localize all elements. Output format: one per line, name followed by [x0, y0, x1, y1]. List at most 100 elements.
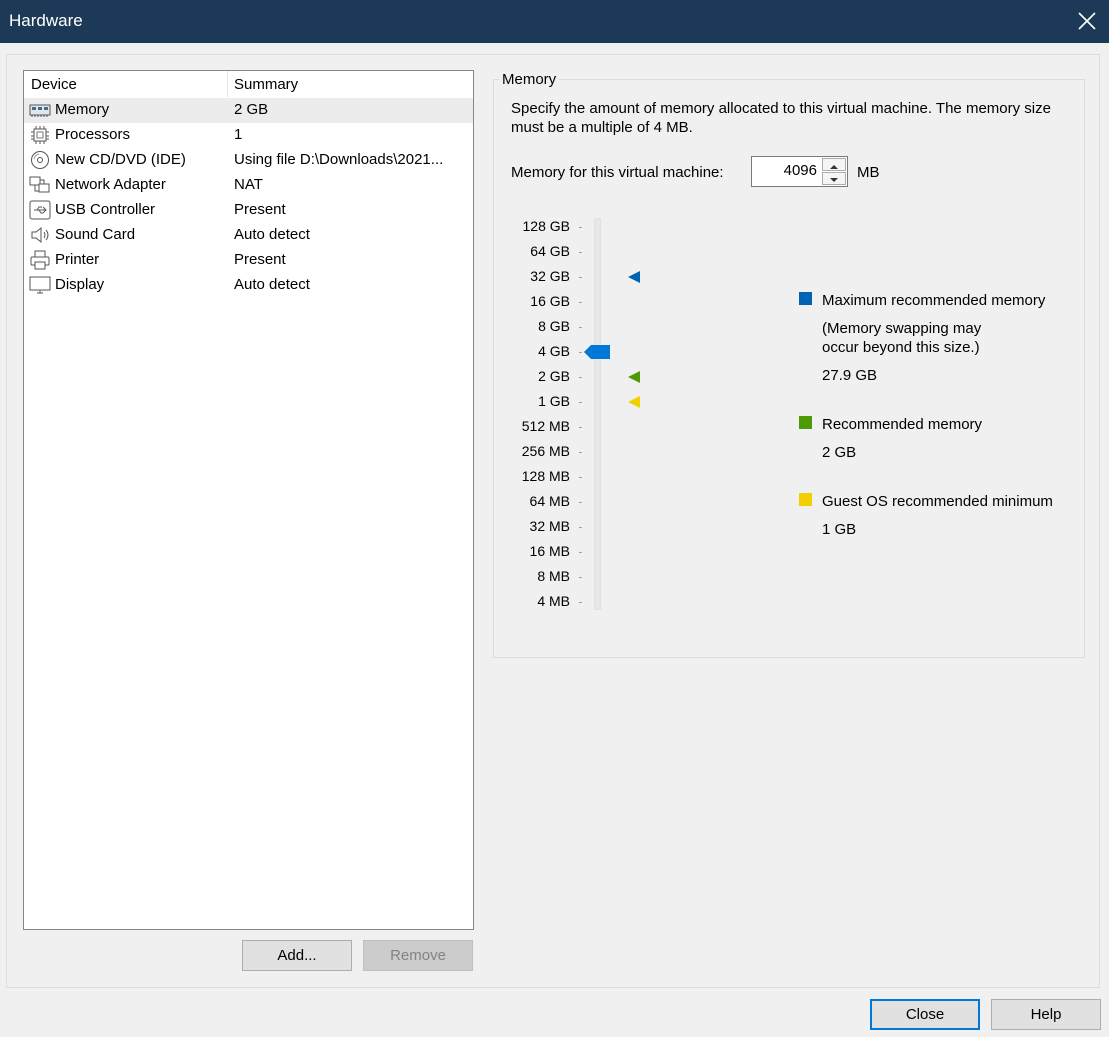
- cd-dvd-icon: [31, 151, 49, 169]
- device-name: Processors: [55, 126, 131, 143]
- device-row-display[interactable]: Display Auto detect: [24, 273, 473, 298]
- scale-tick-label: 1 GB: [538, 393, 570, 409]
- max-legend-note: (Memory swapping may: [822, 320, 982, 337]
- scale-tick-label: 512 MB: [521, 418, 570, 434]
- max-legend-label: Maximum recommended memory: [822, 292, 1046, 309]
- scale-tick-mark: [579, 352, 582, 353]
- scale-tick-mark: [579, 577, 582, 578]
- scale-tick-mark: [579, 252, 582, 253]
- scale-tick-label: 128 GB: [522, 218, 570, 234]
- scale-tick-mark: [579, 552, 582, 553]
- max-legend-value: 27.9 GB: [822, 367, 878, 384]
- device-name: Display: [55, 276, 105, 293]
- help-button[interactable]: Help: [991, 999, 1101, 1030]
- device-name: USB Controller: [55, 201, 156, 218]
- device-row-sound-card[interactable]: Sound Card Auto detect: [24, 223, 473, 248]
- memory-slider-thumb[interactable]: [583, 344, 613, 360]
- memory-spinbox[interactable]: 4096: [751, 156, 848, 187]
- scale-tick-mark: [579, 327, 582, 328]
- printer-icon: [30, 250, 50, 270]
- monitor-icon: [29, 276, 51, 294]
- scale-tick-mark: [579, 427, 582, 428]
- device-row-network-adapter[interactable]: Network Adapter NAT: [24, 173, 473, 198]
- scale-tick-label: 2 GB: [538, 368, 570, 384]
- memory-description: Specify the amount of memory allocated t…: [511, 100, 1051, 136]
- device-row-processors[interactable]: Processors 1: [24, 123, 473, 148]
- device-row-printer[interactable]: Printer Present: [24, 248, 473, 273]
- scale-tick-label: 16 MB: [529, 543, 570, 559]
- scale-tick-label: 4 MB: [537, 593, 570, 609]
- max-legend-swatch: [799, 292, 812, 305]
- device-summary: Using file D:\Downloads\2021...: [234, 151, 444, 168]
- window-title: Hardware: [9, 11, 83, 30]
- recommended-legend-label: Recommended memory: [822, 416, 983, 433]
- chevron-up-icon: [830, 165, 838, 169]
- recommended-legend-swatch: [799, 416, 812, 429]
- column-device[interactable]: Device: [31, 76, 77, 93]
- device-row-cd-dvd[interactable]: New CD/DVD (IDE) Using file D:\Downloads…: [24, 148, 473, 173]
- scale-tick-mark: [579, 452, 582, 453]
- list-header: Device Summary: [24, 71, 473, 97]
- scale-tick-mark: [579, 402, 582, 403]
- column-separator[interactable]: [227, 71, 228, 97]
- scale-tick-label: 32 MB: [529, 518, 570, 534]
- device-summary: Present: [234, 201, 286, 218]
- device-name: New CD/DVD (IDE): [55, 151, 186, 168]
- close-icon[interactable]: [1075, 9, 1099, 33]
- recommended-legend-value: 2 GB: [822, 444, 857, 461]
- memory-slider-track[interactable]: [594, 218, 601, 610]
- scale-tick-mark: [579, 527, 582, 528]
- memory-field-label: Memory for this virtual machine:: [511, 164, 724, 181]
- scale-tick-mark: [579, 277, 582, 278]
- device-summary: 1: [234, 126, 243, 143]
- device-summary: NAT: [234, 176, 263, 193]
- scale-tick-mark: [579, 602, 582, 603]
- device-name: Printer: [55, 251, 100, 268]
- device-row-usb-controller[interactable]: USB Controller Present: [24, 198, 473, 223]
- speaker-icon: [31, 226, 49, 244]
- scale-tick-label: 16 GB: [530, 293, 570, 309]
- scale-tick-label: 64 MB: [529, 493, 570, 509]
- device-name: Sound Card: [55, 226, 136, 243]
- scale-tick-label: 256 MB: [521, 443, 570, 459]
- scale-tick-mark: [579, 502, 582, 503]
- scale-tick-mark: [579, 227, 582, 228]
- close-button[interactable]: Close: [870, 999, 980, 1030]
- device-row-memory[interactable]: Memory 2 GB: [24, 98, 473, 123]
- network-adapter-icon: [29, 176, 50, 193]
- scale-tick-label: 8 MB: [537, 568, 570, 584]
- device-summary: Auto detect: [234, 226, 310, 243]
- scale-tick-mark: [579, 477, 582, 478]
- scale-tick-label: 8 GB: [538, 318, 570, 334]
- processor-icon: [31, 126, 49, 144]
- device-summary: 2 GB: [234, 101, 269, 118]
- memory-value-input[interactable]: 4096: [784, 162, 817, 179]
- column-summary[interactable]: Summary: [234, 76, 298, 93]
- spin-up-button[interactable]: [822, 158, 846, 171]
- device-name: Network Adapter: [55, 176, 166, 193]
- memory-icon: [29, 104, 51, 117]
- usb-icon: [29, 200, 51, 220]
- title-bar: Hardware: [0, 0, 1109, 43]
- scale-tick-label: 128 MB: [521, 468, 570, 484]
- memory-unit: MB: [857, 164, 880, 181]
- guest-min-legend-swatch: [799, 493, 812, 506]
- scale-tick-label: 4 GB: [538, 343, 570, 359]
- chevron-down-icon: [830, 178, 838, 182]
- scale-tick-label: 64 GB: [530, 243, 570, 259]
- add-button[interactable]: Add...: [242, 940, 352, 971]
- guest-min-marker: [628, 396, 640, 408]
- device-name: Memory: [55, 101, 110, 118]
- recommended-marker: [628, 371, 640, 383]
- device-summary: Present: [234, 251, 286, 268]
- scale-tick-mark: [579, 377, 582, 378]
- spin-down-button[interactable]: [822, 172, 846, 185]
- guest-min-legend-value: 1 GB: [822, 521, 857, 538]
- scale-tick-mark: [579, 302, 582, 303]
- max-legend-note: occur beyond this size.): [822, 339, 980, 356]
- device-list[interactable]: Device Summary Memory 2 GB Processors 1 …: [23, 70, 474, 930]
- remove-button[interactable]: Remove: [363, 940, 473, 971]
- device-summary: Auto detect: [234, 276, 310, 293]
- max-recommended-marker: [628, 271, 640, 283]
- memory-group-title: Memory: [499, 71, 560, 88]
